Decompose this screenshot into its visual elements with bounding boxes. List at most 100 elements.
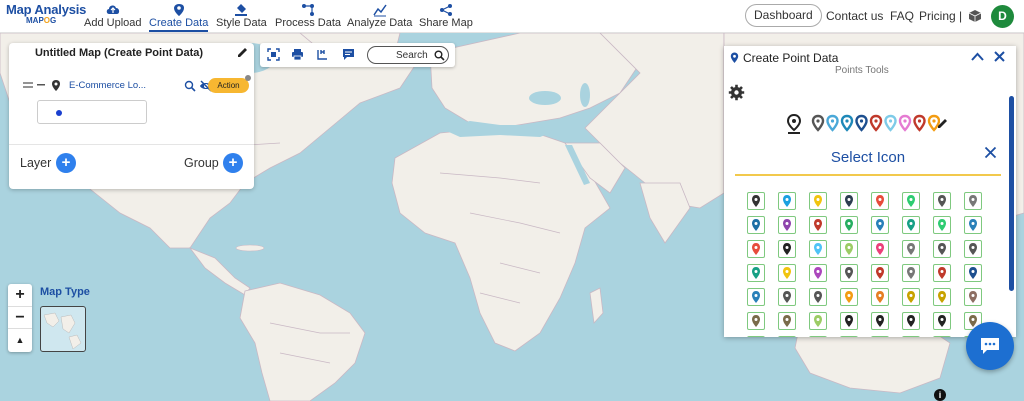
close-icon[interactable] <box>984 146 997 159</box>
icon-option[interactable] <box>809 240 827 258</box>
map-type-thumbnail[interactable] <box>40 306 86 352</box>
fullscreen-icon[interactable] <box>267 48 280 61</box>
icon-option[interactable] <box>933 192 951 210</box>
print-icon[interactable] <box>291 48 304 61</box>
chat-button[interactable] <box>966 322 1014 370</box>
icon-option[interactable] <box>840 336 858 337</box>
icon-option[interactable] <box>871 336 889 337</box>
marker-color-swatch[interactable] <box>898 114 912 132</box>
drag-handle-icon[interactable] <box>23 82 33 88</box>
icon-option[interactable] <box>840 240 858 258</box>
icon-option[interactable] <box>778 192 796 210</box>
panel-scrollbar[interactable] <box>1009 96 1014 291</box>
icon-option[interactable] <box>902 192 920 210</box>
dashboard-button[interactable]: Dashboard <box>745 4 822 27</box>
info-icon[interactable]: i <box>934 389 946 401</box>
icon-option[interactable] <box>840 288 858 306</box>
icon-option[interactable] <box>933 216 951 234</box>
icon-option[interactable] <box>840 192 858 210</box>
nav-share-map[interactable]: Share Map <box>419 3 473 29</box>
nav-add-upload[interactable]: Add Upload <box>84 3 142 29</box>
icon-option[interactable] <box>840 264 858 282</box>
icon-option[interactable] <box>902 336 920 337</box>
nav-analyze-data[interactable]: Analyze Data <box>347 3 412 29</box>
icon-option[interactable] <box>933 264 951 282</box>
icon-option[interactable] <box>840 312 858 330</box>
icon-option[interactable] <box>747 240 765 258</box>
default-marker-icon[interactable] <box>786 114 802 134</box>
icon-option[interactable] <box>809 192 827 210</box>
icon-option[interactable] <box>778 240 796 258</box>
icon-option[interactable] <box>809 288 827 306</box>
icon-option[interactable] <box>871 312 889 330</box>
icon-option[interactable] <box>902 288 920 306</box>
icon-option[interactable] <box>902 312 920 330</box>
marker-color-swatch[interactable] <box>826 114 839 132</box>
marker-color-swatch[interactable] <box>869 114 883 132</box>
icon-option[interactable] <box>778 312 796 330</box>
icon-option[interactable] <box>747 192 765 210</box>
icon-option[interactable] <box>964 240 982 258</box>
close-icon[interactable] <box>994 51 1005 62</box>
marker-color-swatch[interactable] <box>855 114 868 132</box>
icon-option[interactable] <box>933 288 951 306</box>
icon-option[interactable] <box>902 216 920 234</box>
icon-option[interactable] <box>747 216 765 234</box>
layer-style-preview[interactable] <box>37 100 147 124</box>
zoom-in-button[interactable]: + <box>8 284 32 306</box>
icon-option[interactable] <box>871 192 889 210</box>
comment-icon[interactable] <box>342 48 355 61</box>
user-avatar[interactable]: D <box>991 5 1014 28</box>
icon-option[interactable] <box>747 312 765 330</box>
layer-name[interactable]: E-Commerce Lo... <box>69 80 146 91</box>
icon-option[interactable] <box>871 216 889 234</box>
marker-color-swatch[interactable] <box>840 114 854 132</box>
marker-color-swatches[interactable] <box>810 114 940 134</box>
icon-option[interactable] <box>871 240 889 258</box>
icon-option[interactable] <box>964 288 982 306</box>
nav-create-data[interactable]: Create Data <box>149 3 209 32</box>
icon-option[interactable] <box>809 216 827 234</box>
icon-option[interactable] <box>809 312 827 330</box>
icon-option[interactable] <box>902 240 920 258</box>
icon-option[interactable] <box>964 216 982 234</box>
faq-link[interactable]: FAQ <box>890 9 914 23</box>
icon-option[interactable] <box>747 336 765 337</box>
icon-option[interactable] <box>871 264 889 282</box>
icon-option[interactable] <box>840 216 858 234</box>
icon-option[interactable] <box>902 264 920 282</box>
nav-style-data[interactable]: Style Data <box>216 3 267 29</box>
icon-option[interactable] <box>747 288 765 306</box>
search-icon[interactable] <box>434 50 445 61</box>
measure-icon[interactable] <box>316 48 329 61</box>
pencil-icon[interactable] <box>936 117 949 130</box>
icon-option[interactable] <box>809 264 827 282</box>
icon-option[interactable] <box>964 264 982 282</box>
chevron-up-icon[interactable] <box>971 52 984 61</box>
icon-option[interactable] <box>778 264 796 282</box>
marker-color-swatch[interactable] <box>884 114 897 132</box>
icon-option[interactable] <box>747 264 765 282</box>
contact-us-link[interactable]: Contact us <box>826 9 883 23</box>
icon-option[interactable] <box>964 192 982 210</box>
search-input[interactable]: Search <box>367 46 449 64</box>
icon-option[interactable] <box>809 336 827 337</box>
zoom-out-button[interactable]: − <box>8 306 32 328</box>
add-group-button[interactable]: + <box>223 153 243 173</box>
icon-option[interactable] <box>778 288 796 306</box>
icon-option[interactable] <box>778 216 796 234</box>
gear-icon[interactable] <box>728 84 745 101</box>
icon-option[interactable] <box>871 288 889 306</box>
action-button[interactable]: Action <box>208 78 249 93</box>
pencil-icon[interactable] <box>236 46 249 59</box>
icon-option[interactable] <box>933 312 951 330</box>
icon-option[interactable] <box>778 336 796 337</box>
cube-icon[interactable] <box>968 9 982 23</box>
icon-option[interactable] <box>933 240 951 258</box>
marker-color-swatch[interactable] <box>811 114 825 132</box>
compass-button[interactable]: ▲ <box>8 328 32 350</box>
collapse-icon[interactable] <box>37 84 45 86</box>
zoom-to-layer-icon[interactable] <box>184 80 196 92</box>
marker-color-swatch[interactable] <box>913 114 926 132</box>
nav-process-data[interactable]: Process Data <box>275 3 341 29</box>
